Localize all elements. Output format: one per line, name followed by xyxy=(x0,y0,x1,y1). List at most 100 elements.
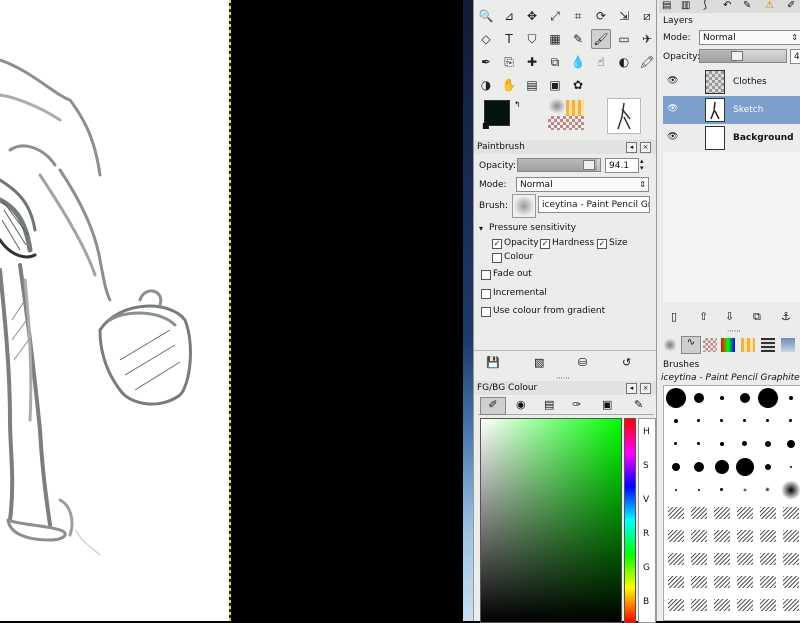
channel-b-toggle[interactable]: B xyxy=(643,597,649,607)
active-pattern-preview[interactable] xyxy=(566,100,584,116)
pressure-hardness-checkbox[interactable]: ✓ xyxy=(540,239,550,249)
brush-preview[interactable] xyxy=(733,478,756,501)
zoom-tool[interactable]: 🔍 xyxy=(476,6,496,26)
brush-preview[interactable] xyxy=(733,386,756,409)
layers-opacity-slider[interactable] xyxy=(699,49,787,63)
active-brush-preview[interactable] xyxy=(548,98,566,114)
layers-opacity-value[interactable]: 42 xyxy=(790,49,800,64)
brush-preview[interactable] xyxy=(756,386,779,409)
close-icon[interactable]: × xyxy=(640,142,651,153)
brush-preview[interactable] xyxy=(779,593,800,616)
brush-preview[interactable] xyxy=(664,455,687,478)
brush-preview[interactable] xyxy=(710,478,733,501)
save-options-icon[interactable]: 💾 xyxy=(486,356,500,369)
pressure-opacity-checkbox[interactable]: ✓ xyxy=(492,239,502,249)
align-tool[interactable]: ⤢ xyxy=(545,6,565,26)
channels-tab-icon[interactable]: ▥ xyxy=(681,0,690,11)
perspective-clone-tool[interactable]: ⧉ xyxy=(545,52,565,72)
brush-preview[interactable] xyxy=(687,409,710,432)
dock-menu-icon[interactable]: ◂ xyxy=(626,142,637,153)
expander-arrow-icon[interactable]: ▾ xyxy=(479,224,483,233)
tab-palette[interactable]: ✎ xyxy=(634,398,643,411)
restore-options-icon[interactable]: ▧ xyxy=(534,356,544,369)
close-icon[interactable]: × xyxy=(640,383,651,394)
swap-colors-icon[interactable]: ↰ xyxy=(514,100,521,109)
edit-tab-icon[interactable]: ✐ xyxy=(787,0,795,11)
brush-preview[interactable] xyxy=(733,432,756,455)
clone-tool[interactable]: ⎘ xyxy=(499,52,519,72)
channel-h-toggle[interactable]: H xyxy=(643,427,650,437)
patterns-tab-icon[interactable] xyxy=(703,338,717,352)
incremental-checkbox[interactable] xyxy=(481,289,491,299)
brush-preview[interactable] xyxy=(733,570,756,593)
ink-tool[interactable]: ✒ xyxy=(476,52,496,72)
brush-preview[interactable] xyxy=(733,547,756,570)
brush-preview[interactable] xyxy=(779,570,800,593)
brush-preview[interactable] xyxy=(687,593,710,616)
saturation-value-field[interactable] xyxy=(480,418,622,623)
brush-preview[interactable] xyxy=(733,409,756,432)
brush-preview[interactable] xyxy=(687,455,710,478)
rotate-tool[interactable]: ⟳ xyxy=(591,6,611,26)
script-tool[interactable]: ▣ xyxy=(545,75,565,95)
brush-preview[interactable] xyxy=(756,524,779,547)
brush-preview[interactable] xyxy=(664,386,687,409)
brush-preview[interactable] xyxy=(687,524,710,547)
layer-row[interactable]: 👁 Clothes xyxy=(663,68,800,96)
warning-icon[interactable]: ⚠ xyxy=(765,0,774,11)
active-gradient-preview[interactable] xyxy=(548,116,584,130)
dynamics-tab-icon[interactable]: ∿ xyxy=(681,336,701,354)
visibility-eye-icon[interactable]: 👁 xyxy=(667,133,679,142)
pressure-size-checkbox[interactable]: ✓ xyxy=(597,239,607,249)
channel-r-toggle[interactable]: R xyxy=(643,529,649,539)
brush-preview[interactable] xyxy=(756,432,779,455)
brush-preview[interactable] xyxy=(756,547,779,570)
hue-strip[interactable] xyxy=(624,418,636,623)
brush-preview[interactable] xyxy=(687,501,710,524)
tab-cmyk[interactable]: ▤ xyxy=(544,398,554,411)
brush-preview[interactable] xyxy=(664,524,687,547)
brush-preview[interactable] xyxy=(710,524,733,547)
brush-preview[interactable] xyxy=(756,478,779,501)
color-picker-tool[interactable]: ◑ xyxy=(476,75,496,95)
visibility-eye-icon[interactable]: 👁 xyxy=(667,105,679,114)
airbrush-tool[interactable]: ✈ xyxy=(637,29,657,49)
brush-preview[interactable] xyxy=(779,524,800,547)
default-colors-icon[interactable]: ■ xyxy=(482,121,490,130)
brush-preview[interactable] xyxy=(779,478,800,501)
paths-tool[interactable]: ✋ xyxy=(499,75,519,95)
brush-preview[interactable] xyxy=(733,593,756,616)
pressure-colour-checkbox[interactable] xyxy=(492,253,502,263)
paths-tab-icon[interactable]: ⟆ xyxy=(703,0,707,11)
duplicate-layer-icon[interactable]: ⧉ xyxy=(753,310,761,324)
opacity-spin-icon[interactable]: ▴ ▾ xyxy=(640,158,644,172)
brush-name-field[interactable]: iceytina - Paint Pencil Gr xyxy=(538,196,650,213)
brush-preview[interactable] xyxy=(756,570,779,593)
anchor-layer-icon[interactable]: ⚓ xyxy=(781,310,791,323)
brush-preview[interactable] xyxy=(779,386,800,409)
brush-preview[interactable] xyxy=(710,386,733,409)
layer-row[interactable]: 👁 Sketch xyxy=(663,96,800,124)
brush-preview[interactable] xyxy=(733,455,756,478)
layers-tab-icon[interactable]: ▤ xyxy=(662,0,671,11)
tab-color-wheel[interactable]: ◉ xyxy=(516,398,526,411)
pencil-tool[interactable]: ✎ xyxy=(568,29,588,49)
brush-preview[interactable] xyxy=(779,409,800,432)
brush-preview[interactable] xyxy=(710,501,733,524)
brush-preview[interactable] xyxy=(733,524,756,547)
tab-gimp-selector[interactable]: ✐ xyxy=(480,397,506,415)
images-tab-icon[interactable] xyxy=(781,338,795,352)
palette-tool[interactable]: ✿ xyxy=(568,75,588,95)
gradients-tab-icon[interactable] xyxy=(741,338,755,352)
active-image-thumbnail[interactable] xyxy=(607,98,641,134)
brush-preview[interactable] xyxy=(756,455,779,478)
brush-preview[interactable] xyxy=(687,386,710,409)
brush-preview[interactable] xyxy=(687,570,710,593)
blur-tool[interactable]: 💧 xyxy=(568,52,588,72)
brush-preview[interactable] xyxy=(756,501,779,524)
brush-preview[interactable] xyxy=(756,409,779,432)
heal-tool[interactable]: ✚ xyxy=(522,52,542,72)
channel-g-toggle[interactable]: G xyxy=(643,563,650,573)
reset-options-icon[interactable]: ↺ xyxy=(622,356,631,369)
text-paths-tool[interactable]: ▤ xyxy=(522,75,542,95)
